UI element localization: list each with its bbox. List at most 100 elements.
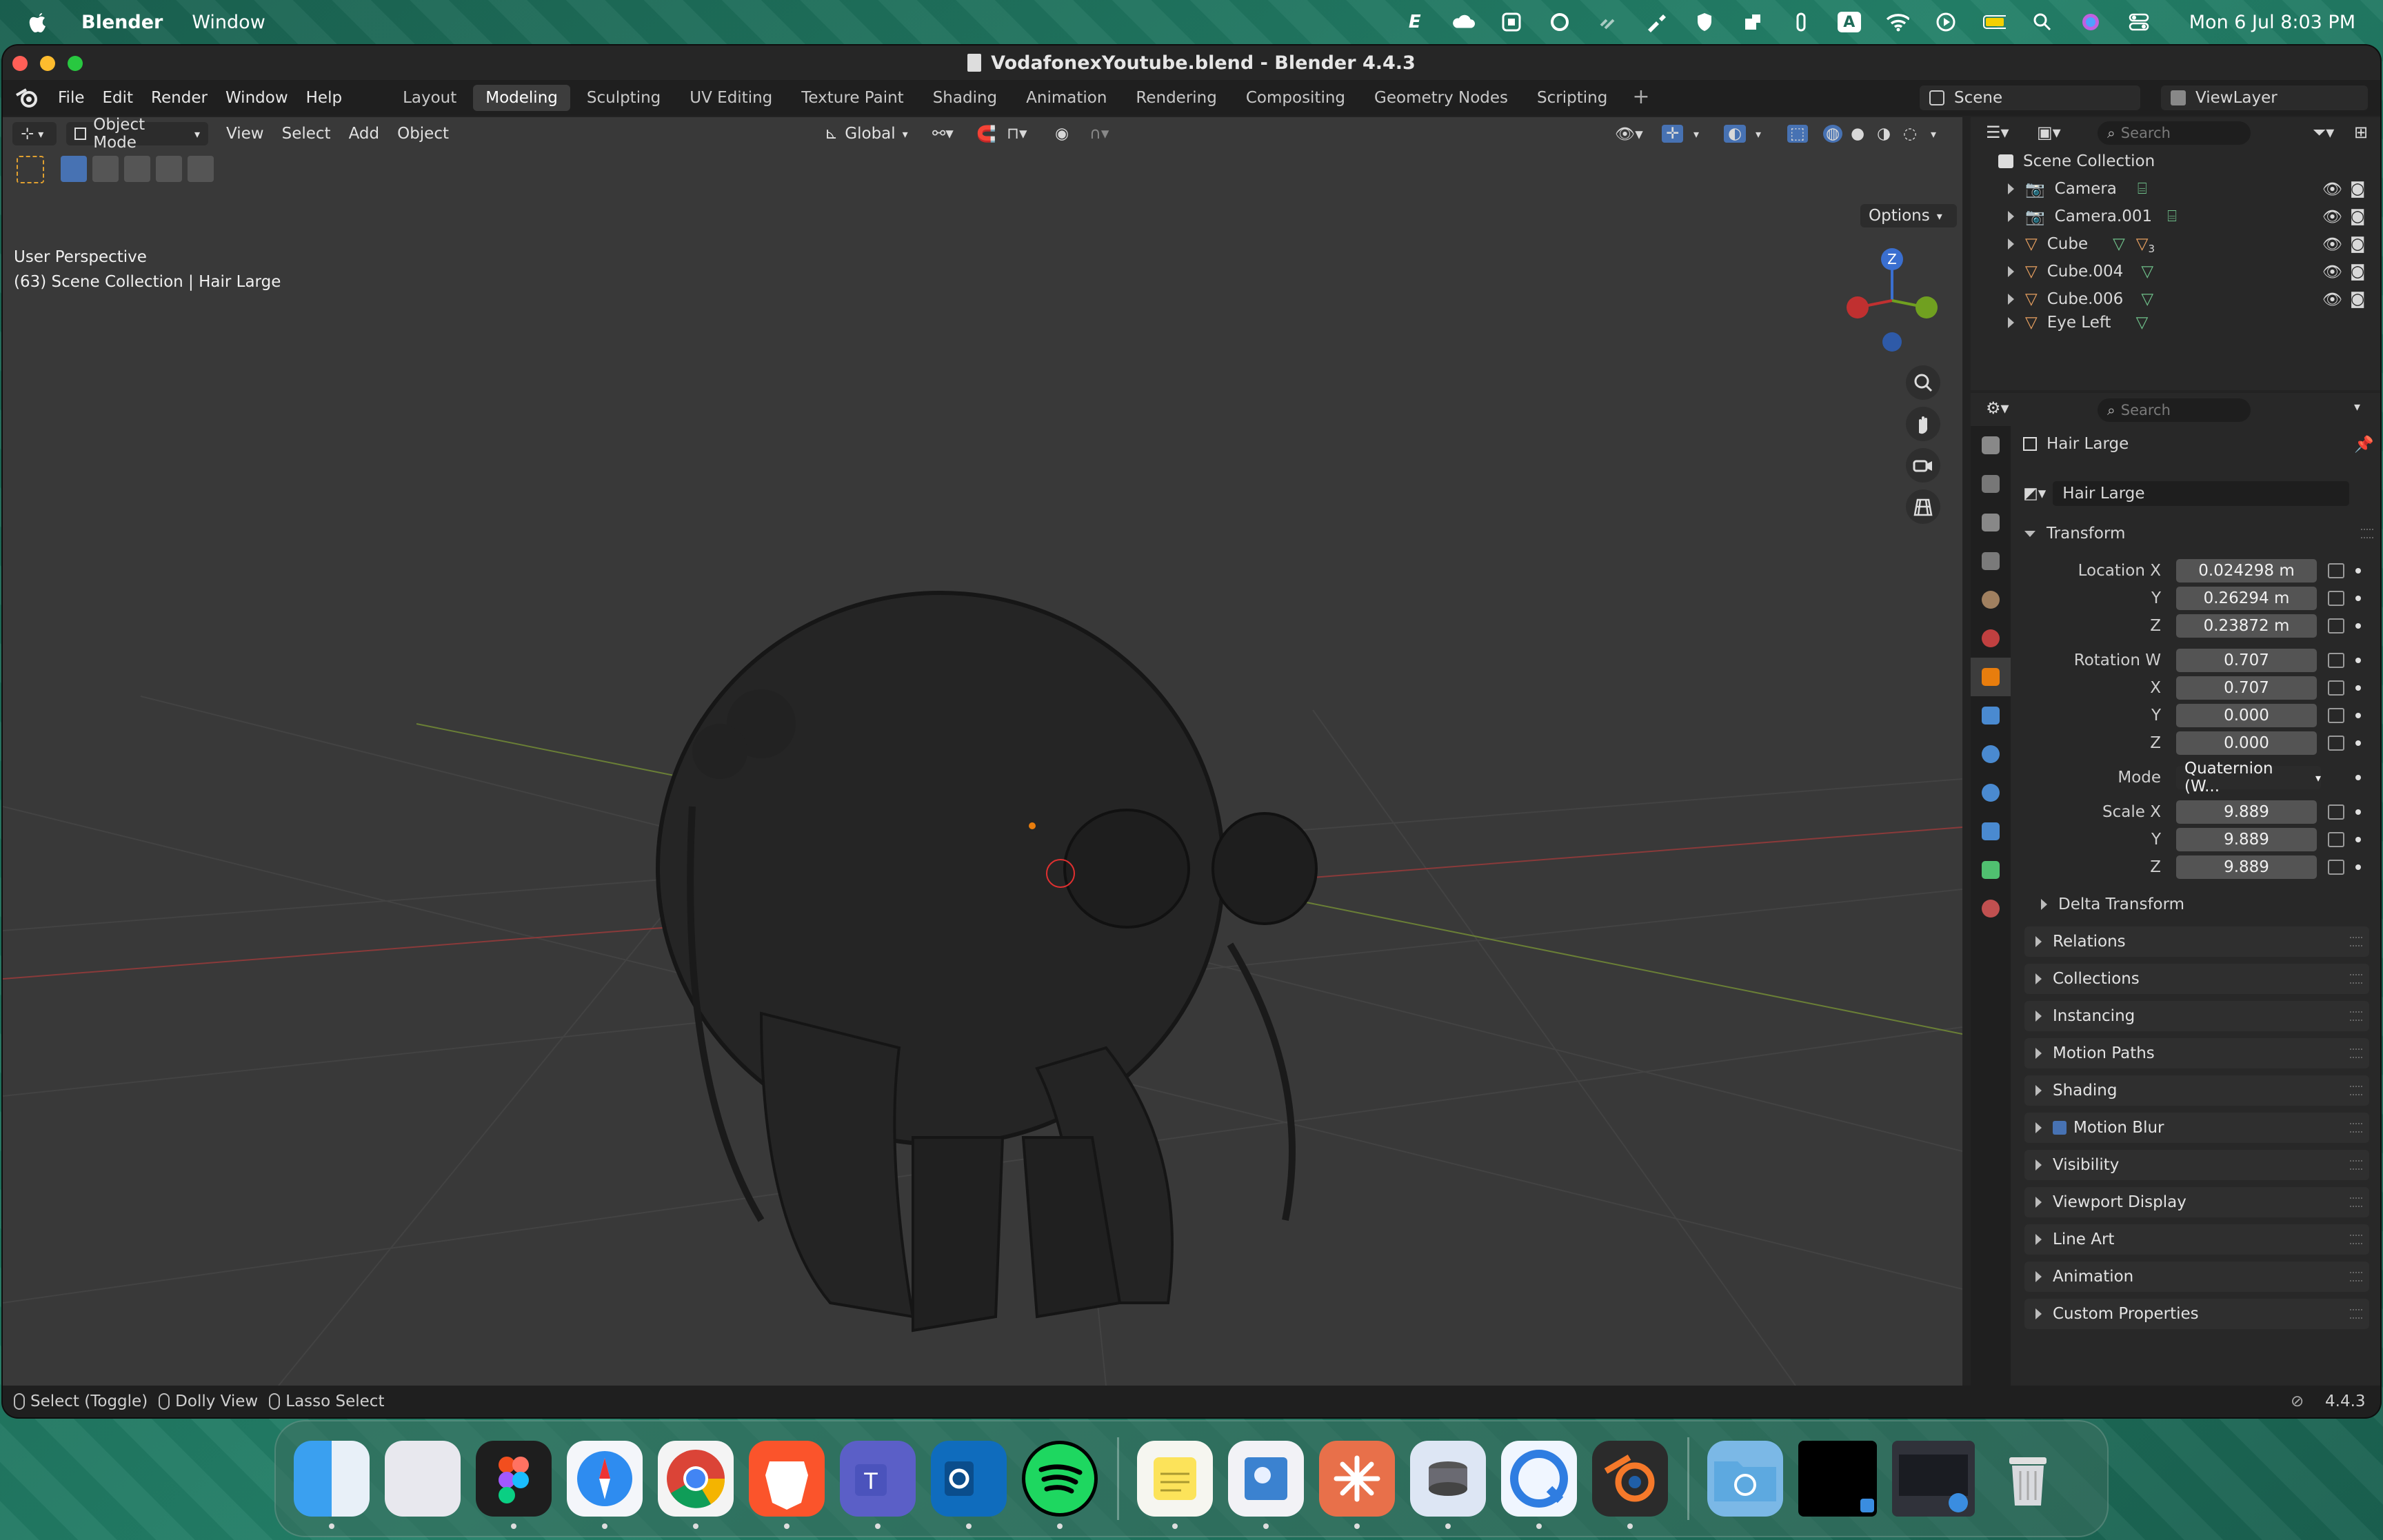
lock-icon[interactable] xyxy=(2328,591,2344,606)
close-window-button[interactable] xyxy=(12,56,28,71)
lock-icon[interactable] xyxy=(2328,804,2344,820)
datablock-icon[interactable]: ◩▾ xyxy=(2023,485,2046,503)
keyframe-dot-icon[interactable] xyxy=(2355,596,2361,601)
lock-icon[interactable] xyxy=(2328,860,2344,875)
eye-icon[interactable]: 👁 xyxy=(2322,290,2342,309)
wireframe-shading-icon[interactable]: ◍ xyxy=(1823,125,1843,143)
search-icon[interactable] xyxy=(2031,12,2054,32)
drag-handle-icon[interactable] xyxy=(2350,1011,2362,1021)
viewport-menu-view[interactable]: View xyxy=(226,125,264,143)
xray-toggle-icon[interactable]: ⬚ xyxy=(1787,125,1808,143)
snap-icon[interactable]: 🧲 xyxy=(976,125,996,143)
select-invert-icon[interactable] xyxy=(156,156,182,182)
menubar-clock[interactable]: Mon 6 Jul 8:03 PM xyxy=(2189,12,2355,33)
render-camera-icon[interactable]: ◙ xyxy=(2350,263,2365,281)
control-center-icon[interactable] xyxy=(2127,12,2151,32)
downloads-folder-icon[interactable] xyxy=(1707,1441,1783,1517)
outliner-item-cube-004[interactable]: ▽ Cube.004 ▽ 👁 ◙ xyxy=(1971,258,2380,285)
tab-layout[interactable]: Layout xyxy=(390,85,469,111)
falloff-icon[interactable]: ∩▾ xyxy=(1089,125,1109,143)
character-wireframe[interactable] xyxy=(656,591,1318,1333)
viewport-menu-object[interactable]: Object xyxy=(397,125,449,143)
eye-icon[interactable]: 👁 xyxy=(2322,263,2342,281)
section-visibility[interactable]: Visibility xyxy=(2024,1150,2369,1180)
drag-handle-icon[interactable] xyxy=(2350,1160,2362,1170)
eye-icon[interactable]: 👁 xyxy=(2322,207,2342,226)
motion-blur-checkbox[interactable] xyxy=(2053,1121,2067,1135)
expand-icon[interactable] xyxy=(2008,317,2014,328)
keyframe-dot-icon[interactable] xyxy=(2355,809,2361,815)
chevron-down-icon[interactable]: ▾ xyxy=(1756,128,1761,141)
wifi-icon[interactable] xyxy=(1886,12,1909,32)
trash-icon[interactable] xyxy=(1990,1441,2066,1517)
material-tab-icon[interactable] xyxy=(1971,889,2011,928)
properties-editor-icon[interactable]: ⚙▾ xyxy=(1986,398,2009,418)
physics-tab-icon[interactable] xyxy=(1971,773,2011,812)
terminal-window-icon[interactable] xyxy=(1798,1441,1877,1517)
text-e-icon[interactable]: E xyxy=(1403,12,1427,32)
scale-y-field[interactable]: 9.889 xyxy=(2176,828,2317,851)
outliner-item-eye-left[interactable]: ▽ Eye Left ▽ xyxy=(1971,313,2380,332)
menubar-app-name[interactable]: Blender xyxy=(81,12,163,33)
display-mode-icon[interactable]: ▣▾ xyxy=(2037,123,2061,142)
snap-target-icon[interactable]: ⊓▾ xyxy=(1007,125,1027,143)
figma-icon[interactable] xyxy=(476,1441,552,1529)
select-new-icon[interactable] xyxy=(61,156,87,182)
section-relations[interactable]: Relations xyxy=(2024,926,2369,957)
add-workspace-button[interactable]: + xyxy=(1632,85,1649,111)
material-shading-icon[interactable]: ◑ xyxy=(1877,125,1891,143)
menu-file[interactable]: File xyxy=(58,89,85,107)
render-camera-icon[interactable]: ◙ xyxy=(2350,207,2365,225)
modifier-tab-icon[interactable] xyxy=(1971,696,2011,735)
pan-hand-icon[interactable] xyxy=(1906,407,1940,441)
viewport-menu-select[interactable]: Select xyxy=(282,125,331,143)
lock-icon[interactable] xyxy=(2328,736,2344,751)
tab-compositing[interactable]: Compositing xyxy=(1234,85,1358,111)
tab-scripting[interactable]: Scripting xyxy=(1525,85,1620,111)
data-tab-icon[interactable] xyxy=(1971,851,2011,889)
constraints-tab-icon[interactable] xyxy=(1971,812,2011,851)
notes-icon[interactable] xyxy=(1137,1441,1213,1529)
keyframe-dot-icon[interactable] xyxy=(2355,713,2361,718)
scene-tab-icon[interactable] xyxy=(1971,580,2011,619)
drag-handle-icon[interactable] xyxy=(2350,1086,2362,1095)
screenshot-window-icon[interactable] xyxy=(1892,1441,1975,1517)
shield-icon[interactable] xyxy=(1693,12,1716,32)
properties-search-input[interactable]: ⌕ Search xyxy=(2098,398,2251,422)
rotation-w-field[interactable]: 0.707 xyxy=(2176,649,2317,672)
menu-edit[interactable]: Edit xyxy=(103,89,134,107)
disk-utility-icon[interactable] xyxy=(1410,1441,1486,1529)
drag-handle-icon[interactable] xyxy=(2350,1272,2362,1281)
transform-header[interactable]: Transform xyxy=(2011,520,2380,547)
outliner-item-camera[interactable]: 📷 Camera ⌸ 👁 ◙ xyxy=(1971,175,2380,203)
blender-app-icon[interactable] xyxy=(1592,1441,1668,1529)
rotation-y-field[interactable]: 0.000 xyxy=(2176,704,2317,727)
lock-icon[interactable] xyxy=(2328,680,2344,696)
ring-icon[interactable] xyxy=(1548,12,1571,32)
chevron-down-icon[interactable]: ▾ xyxy=(1931,128,1936,141)
select-subtract-icon[interactable] xyxy=(124,156,150,182)
brave-icon[interactable] xyxy=(749,1441,825,1529)
finder-icon[interactable] xyxy=(294,1441,370,1529)
preview-icon[interactable] xyxy=(1228,1441,1304,1529)
options-dropdown[interactable]: Options ▾ xyxy=(1860,204,1957,227)
lock-icon[interactable] xyxy=(2328,618,2344,634)
perspective-toggle-icon[interactable] xyxy=(1906,489,1940,524)
puzzle-icon[interactable] xyxy=(1741,12,1764,32)
view-layer-selector[interactable]: ViewLayer xyxy=(2161,85,2368,110)
menu-help[interactable]: Help xyxy=(306,89,342,107)
overlay-toggle-icon[interactable]: ◐ xyxy=(1724,125,1747,143)
paperclip-icon[interactable] xyxy=(1789,12,1813,32)
keyboard-a-icon[interactable]: A xyxy=(1837,12,1861,32)
network-off-icon[interactable]: ⊘ xyxy=(2291,1392,2304,1410)
minimize-window-button[interactable] xyxy=(40,56,55,71)
object-tab-icon[interactable] xyxy=(1971,658,2011,696)
blender-logo-icon[interactable] xyxy=(15,85,40,110)
rendered-shading-icon[interactable]: ◌ xyxy=(1903,125,1917,143)
keyframe-dot-icon[interactable] xyxy=(2355,837,2361,842)
editor-type-button[interactable]: ⊹ ▾ xyxy=(12,122,57,145)
new-collection-icon[interactable]: ⊞ xyxy=(2354,123,2368,142)
scale-z-field[interactable]: 9.889 xyxy=(2176,855,2317,879)
outliner-root[interactable]: Scene Collection xyxy=(1971,148,2380,175)
rotation-z-field[interactable]: 0.000 xyxy=(2176,731,2317,755)
